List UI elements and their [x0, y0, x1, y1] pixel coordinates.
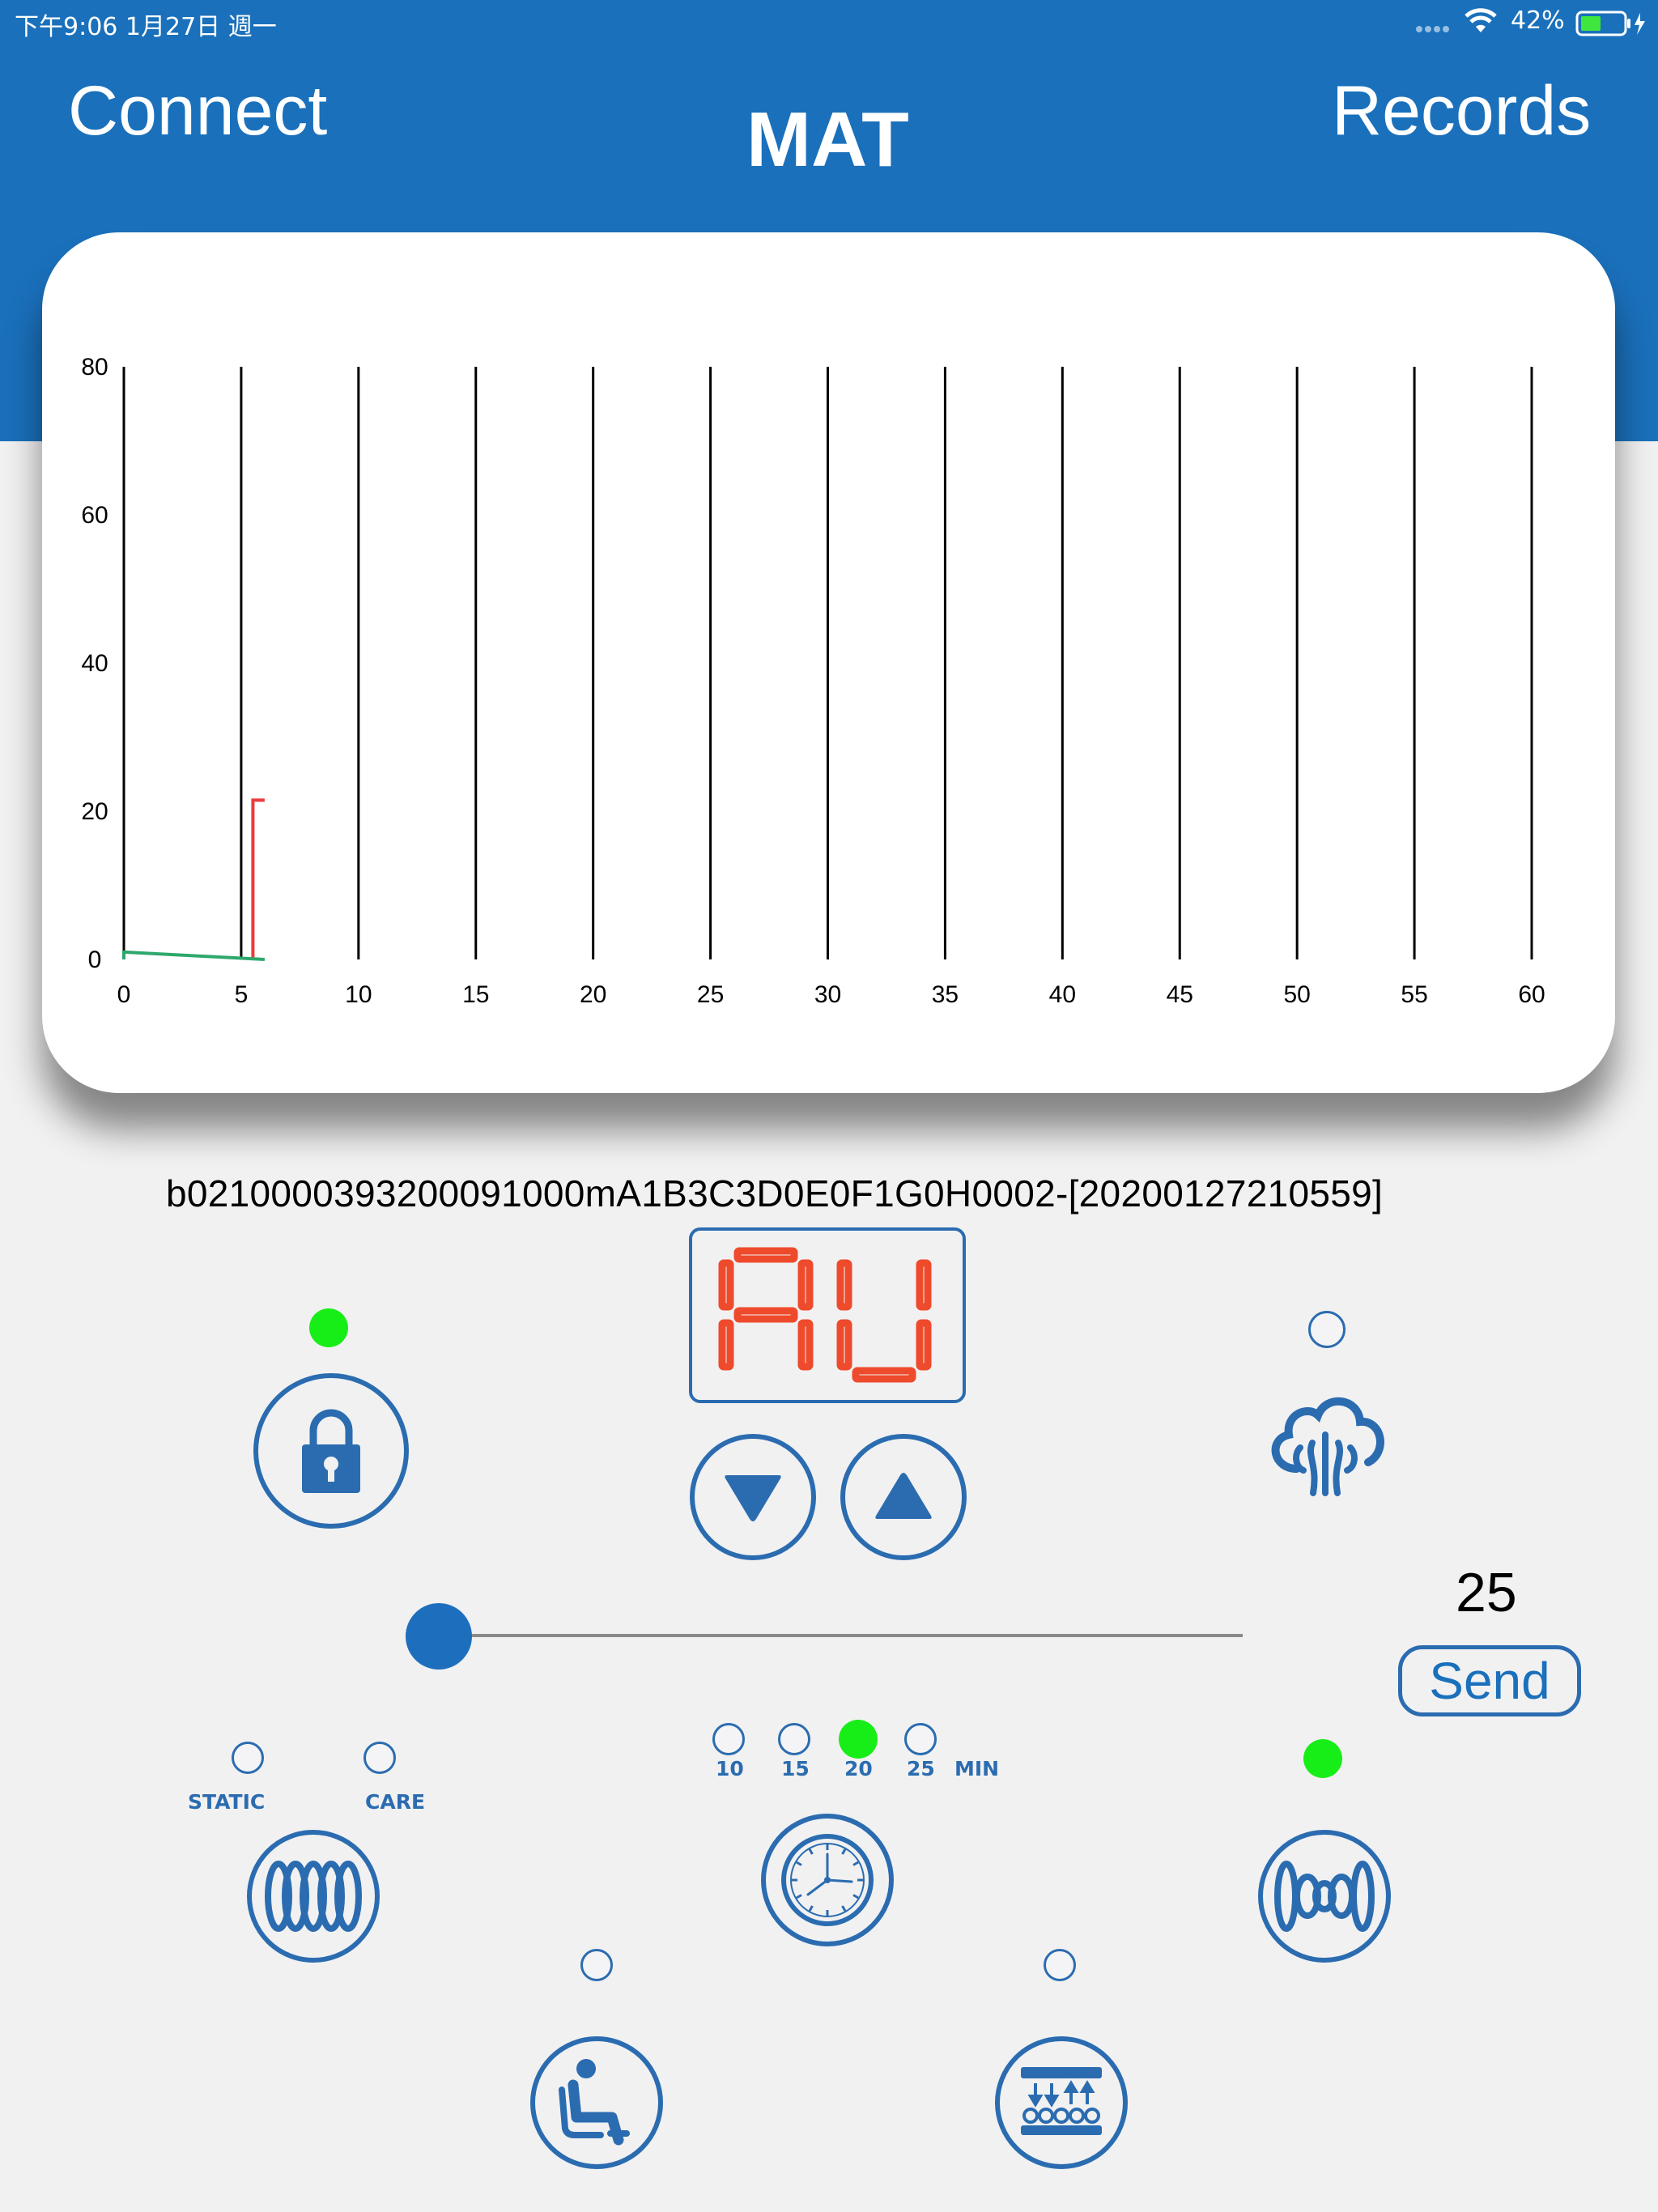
wave-mode-button[interactable] — [1258, 1830, 1391, 1963]
pressure-indicator — [1044, 1949, 1076, 1981]
data-string: b021000039320009100​0mA1B3C3D0E0F1G0H000… — [166, 1172, 1384, 1214]
x-tick-label-15: 15 — [462, 981, 489, 1008]
care-label: CARE — [365, 1790, 426, 1814]
signal-dots-icon — [1415, 10, 1452, 38]
timer-15-indicator[interactable] — [778, 1723, 810, 1755]
y-tick-label-0: 0 — [88, 946, 102, 973]
y-tick-label-80: 80 — [81, 354, 108, 381]
steam-button[interactable] — [1261, 1389, 1389, 1504]
timer-10-label: 10 — [716, 1757, 744, 1780]
clock-tick — [808, 1848, 814, 1855]
timer-10-indicator[interactable] — [712, 1723, 745, 1755]
timer-20-indicator[interactable] — [839, 1720, 878, 1759]
mode-display-value — [718, 1247, 932, 1383]
x-tick-label-20: 20 — [580, 981, 606, 1008]
lock-indicator — [309, 1308, 348, 1347]
wave-coil-icon — [1274, 1861, 1375, 1932]
static-indicator — [232, 1742, 264, 1774]
seat-icon — [559, 2059, 630, 2146]
pressure-button[interactable] — [995, 2036, 1128, 2169]
display-segment — [718, 1319, 734, 1371]
timer-15-label: 15 — [781, 1757, 810, 1780]
care-indicator — [363, 1742, 396, 1774]
clock-tick — [796, 1894, 802, 1899]
mode-display — [689, 1227, 966, 1403]
status-time-date: 下午9:06 1月27日 週一 — [15, 13, 277, 41]
slider-value: 25 — [1456, 1562, 1517, 1623]
clock-icon — [781, 1834, 874, 1926]
timer-20-label: 20 — [844, 1757, 873, 1780]
display-segment — [836, 1259, 852, 1311]
triangle-up-icon — [875, 1473, 932, 1519]
clock-tick — [796, 1861, 802, 1866]
x-tick-label-30: 30 — [814, 981, 841, 1008]
records-button[interactable]: Records — [1332, 71, 1591, 151]
clock-tick — [841, 1905, 847, 1912]
battery-percent: 42% — [1511, 6, 1565, 35]
seat-indicator — [580, 1949, 613, 1981]
y-tick-label-20: 20 — [81, 798, 108, 825]
timer-unit-label: MIN — [954, 1757, 1000, 1780]
x-tick-label-25: 25 — [697, 981, 724, 1008]
steam-icon — [1271, 1397, 1384, 1496]
coil-icon — [265, 1861, 362, 1932]
x-tick-label-35: 35 — [932, 981, 959, 1008]
display-segment — [733, 1307, 798, 1323]
display-segment — [797, 1259, 814, 1311]
static-label: STATIC — [188, 1790, 266, 1814]
x-tick-label-5: 5 — [235, 981, 249, 1008]
connect-button[interactable]: Connect — [68, 71, 327, 151]
x-tick-label-60: 60 — [1518, 981, 1545, 1008]
display-segment — [852, 1367, 916, 1383]
clock-tick — [841, 1848, 847, 1855]
battery-icon — [1575, 10, 1648, 41]
pressure-chart: 0 5 10 15 20 25 30 35 40 45 50 55 60 0 20 40 60 80 — [81, 354, 1545, 1008]
send-button[interactable]: Send — [1398, 1645, 1581, 1716]
steam-indicator — [1308, 1311, 1346, 1348]
y-tick-label-40: 40 — [81, 650, 108, 677]
timer-25-indicator[interactable] — [904, 1723, 937, 1755]
x-tick-label-40: 40 — [1049, 981, 1076, 1008]
series-line-2 — [122, 950, 266, 961]
display-segment — [718, 1259, 734, 1311]
x-tick-label-50: 50 — [1283, 981, 1310, 1008]
timer-button[interactable] — [761, 1814, 894, 1946]
down-button[interactable] — [690, 1434, 816, 1560]
wifi-icon — [1464, 8, 1498, 38]
x-tick-label-55: 55 — [1401, 981, 1427, 1008]
clock-tick — [808, 1905, 814, 1912]
display-segment — [836, 1319, 852, 1371]
page-title: MAT — [746, 96, 909, 183]
timer-25-label: 25 — [907, 1757, 935, 1780]
lock-button[interactable] — [253, 1373, 409, 1529]
pressure-mattress-icon — [1021, 2067, 1102, 2135]
seat-button[interactable] — [530, 2036, 663, 2169]
clock-tick — [852, 1894, 859, 1899]
up-button[interactable] — [840, 1434, 967, 1560]
y-tick-label-60: 60 — [81, 502, 108, 529]
x-tick-label-45: 45 — [1167, 981, 1193, 1008]
slider-thumb[interactable] — [406, 1603, 472, 1670]
display-segment — [916, 1319, 932, 1371]
chart-card: 0 5 10 15 20 25 30 35 40 45 50 55 60 0 20 40 60 80 — [42, 232, 1615, 1093]
display-segment — [916, 1259, 932, 1311]
clock-tick — [852, 1861, 859, 1866]
lock-icon — [302, 1409, 360, 1493]
display-segment — [733, 1247, 798, 1263]
x-tick-label-0: 0 — [117, 981, 131, 1008]
x-tick-label-10: 10 — [345, 981, 372, 1008]
display-segment — [797, 1319, 814, 1371]
coil-mode-button[interactable] — [247, 1830, 380, 1963]
triangle-down-icon — [725, 1475, 781, 1521]
series-line-1 — [251, 798, 265, 959]
wave-indicator — [1303, 1739, 1342, 1778]
slider-track[interactable] — [409, 1634, 1243, 1637]
